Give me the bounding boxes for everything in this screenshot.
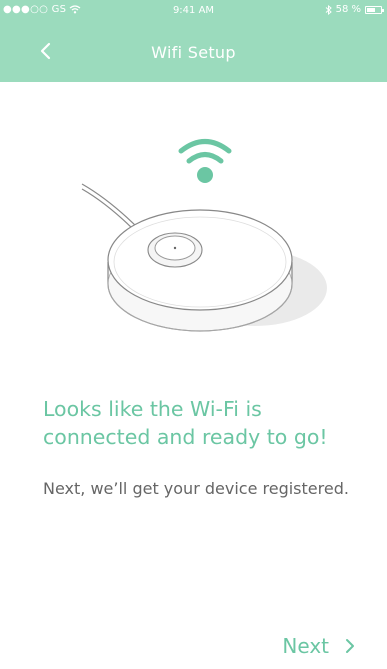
battery-icon xyxy=(365,5,384,14)
next-step-description: Next, we’ll get your device registered. xyxy=(43,479,349,498)
next-button-label: Next xyxy=(282,634,329,658)
success-headline: Looks like the Wi-Fi is connected and re… xyxy=(43,397,328,449)
chevron-right-icon xyxy=(346,639,354,653)
wifi-icon xyxy=(178,139,232,183)
app-screen: ●●●○○ GS 9:41 AM 58 % Wifi Setup Looks l… xyxy=(0,0,387,669)
page-title: Wifi Setup xyxy=(151,43,236,62)
status-right-group: 58 % xyxy=(325,4,384,15)
hub-device xyxy=(107,209,293,332)
nav-bar: Wifi Setup xyxy=(0,22,387,82)
header-bar: ●●●○○ GS 9:41 AM 58 % Wifi Setup xyxy=(0,0,387,82)
device-illustration xyxy=(81,139,327,332)
bluetooth-icon xyxy=(325,4,332,15)
next-button[interactable]: Next xyxy=(282,634,355,658)
battery-percent: 58 % xyxy=(335,4,361,15)
status-bar: ●●●○○ GS 9:41 AM 58 % xyxy=(0,0,387,22)
